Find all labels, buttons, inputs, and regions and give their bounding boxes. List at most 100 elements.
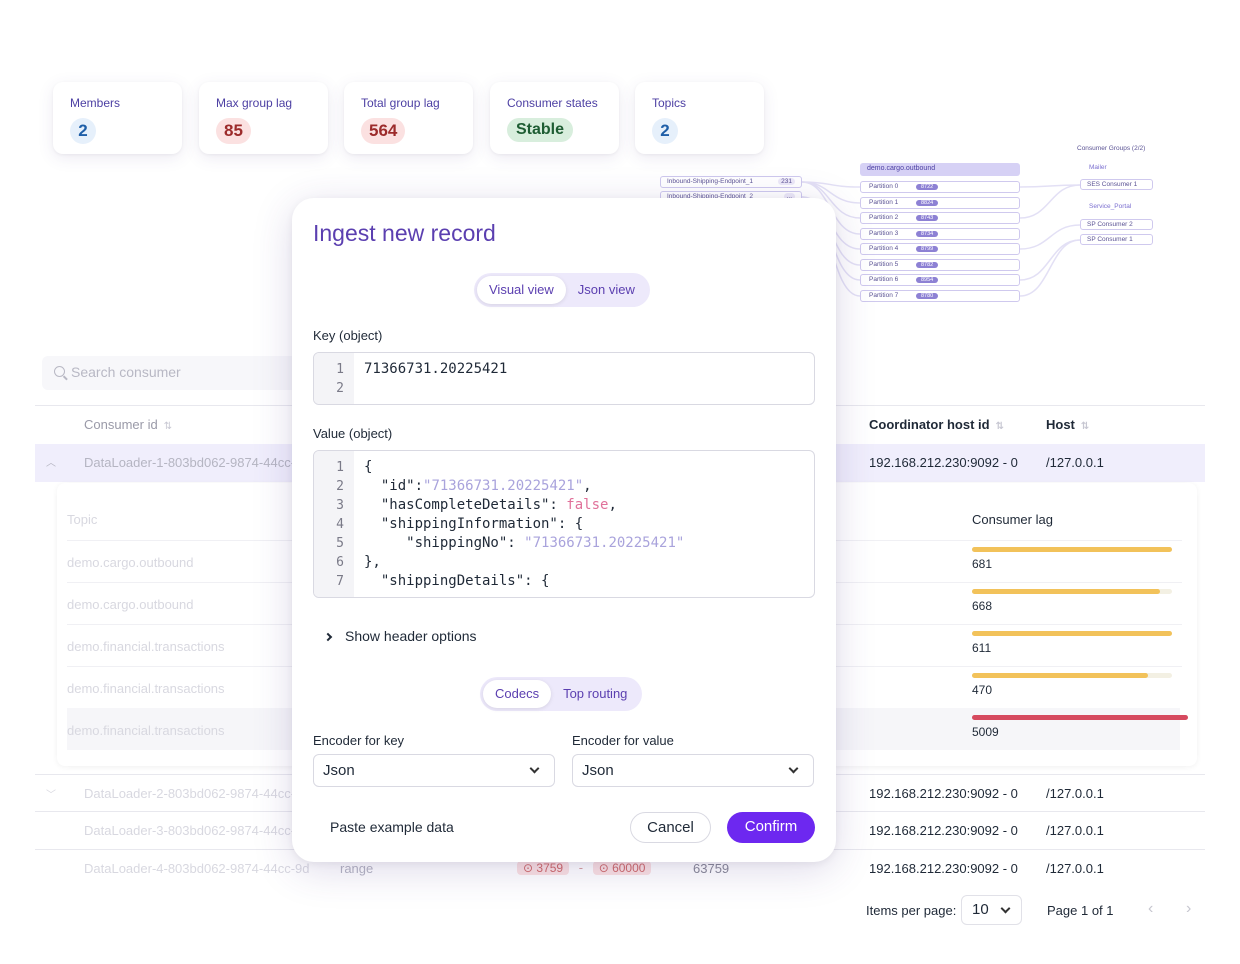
consumer-group-name: Mailer: [1089, 164, 1107, 171]
tab-top-routing[interactable]: Top routing: [551, 680, 639, 708]
topic-node: demo.cargo.outbound: [860, 163, 1020, 176]
consumer-groups-title: Consumer Groups (2/2): [1077, 145, 1146, 152]
stat-card-members: Members 2: [53, 82, 182, 154]
code-line: 3 "hasCompleteDetails": false,: [336, 497, 617, 513]
code-line: 1{: [336, 459, 373, 475]
partition-label: Partition 7: [869, 292, 899, 299]
topic-cell: demo.financial.transactions: [67, 681, 225, 696]
partition-row: Partition 6 8954: [860, 274, 1020, 286]
total-lag-cell: 63759: [693, 861, 730, 876]
encoder-key-value: Json: [323, 762, 355, 779]
consumer-id-cell: DataLoader-3-803bd062-9874-44cc-: [84, 823, 296, 838]
topic-header: Topic: [67, 512, 98, 527]
partition-row: Partition 5 8782: [860, 259, 1020, 271]
consumer-id-cell: DataLoader-4-803bd062-9874-44cc-9d: [84, 861, 310, 876]
lag-bar: [972, 715, 1188, 720]
lag-value: 470: [972, 683, 993, 697]
column-header-coordinator-host-id[interactable]: Coordinator host id ⇅: [869, 417, 1004, 432]
topic-cell: demo.financial.transactions: [67, 639, 225, 654]
lag-value: 5009: [972, 725, 999, 739]
source-node: Inbound-Shipping-Endpoint_1 231: [660, 176, 802, 188]
topic-cell: demo.cargo.outbound: [67, 555, 194, 570]
partition-row: Partition 0 8722: [860, 181, 1020, 193]
partition-count: 8734: [916, 231, 939, 237]
encoder-key-label: Encoder for key: [313, 733, 405, 748]
key-label: Key (object): [313, 328, 383, 343]
stat-label: Max group lag: [216, 96, 293, 110]
code-line: 5 "shippingNo": "71366731.20225421": [336, 535, 685, 551]
partition-count: 8722: [916, 184, 939, 190]
chevron-right-icon: [323, 632, 333, 642]
lag-to-badge: ⊙ 60000: [592, 861, 652, 875]
items-per-page-label: Items per page:: [866, 903, 957, 918]
code-line: 2 "id":"71366731.20225421",: [336, 478, 592, 494]
sort-icon: ⇅: [1080, 421, 1090, 432]
consumer-node: SES Consumer 1: [1080, 179, 1153, 190]
consumer-group-name: Service_Portal: [1089, 203, 1132, 210]
coordinator-cell: 192.168.212.230:9092 - 0: [869, 861, 1018, 876]
paste-example-button[interactable]: Paste example data: [330, 819, 454, 835]
coordinator-cell: 192.168.212.230:9092 - 0: [869, 455, 1018, 470]
code-line: 7 "shippingDetails": {: [336, 573, 550, 589]
topic-cell: demo.financial.transactions: [67, 723, 225, 738]
search-icon: [54, 366, 65, 377]
lag-value: 681: [972, 557, 993, 571]
lag-value: 668: [972, 599, 993, 613]
expand-icon[interactable]: ﹀: [46, 786, 56, 801]
partition-count: 8743: [916, 215, 939, 221]
partition-label: Partition 1: [869, 199, 899, 206]
items-per-page-select[interactable]: 10: [961, 895, 1022, 925]
lag-bar: [972, 631, 1172, 636]
value-label: Value (object): [313, 426, 393, 441]
partition-count: 8824: [916, 200, 939, 206]
ingest-record-dialog: Ingest new record Visual view Json view …: [292, 198, 836, 862]
consumer-id-cell: DataLoader-1-803bd062-9874-44cc-: [84, 455, 296, 470]
source-node-count: 231: [778, 178, 795, 185]
partition-count: 8782: [916, 262, 939, 268]
tab-json-view[interactable]: Json view: [566, 276, 647, 304]
stat-card-total-group-lag: Total group lag 564: [344, 82, 473, 154]
topic-cell: demo.cargo.outbound: [67, 597, 194, 612]
cancel-button[interactable]: Cancel: [630, 812, 711, 843]
consumer-node: SP Consumer 1: [1080, 234, 1153, 245]
column-header-host[interactable]: Host ⇅: [1046, 417, 1089, 432]
lag-from-badge: ⊙ 3759: [517, 861, 570, 875]
partition-count: 8954: [916, 277, 939, 283]
next-page-button[interactable]: ›: [1186, 900, 1191, 918]
show-header-options-toggle[interactable]: Show header options: [323, 628, 477, 644]
stat-card-max-group-lag: Max group lag 85: [199, 82, 328, 154]
encoder-key-select[interactable]: Json: [313, 754, 555, 787]
value-editor[interactable]: 1{ 2 "id":"71366731.20225421", 3 "hasCompl…: [313, 450, 815, 598]
partition-label: Partition 0: [869, 183, 899, 190]
collapse-icon[interactable]: ︿: [46, 454, 56, 469]
stat-value: 85: [216, 118, 251, 144]
chevron-down-icon: [1000, 903, 1011, 914]
confirm-button[interactable]: Confirm: [727, 812, 815, 843]
items-per-page-value: 10: [972, 901, 989, 918]
tab-codecs[interactable]: Codecs: [483, 680, 552, 708]
partition-row: Partition 4 8799: [860, 243, 1020, 255]
column-header-consumer-id[interactable]: Consumer id ⇅: [84, 417, 172, 432]
chevron-down-icon: [529, 763, 540, 774]
stat-card-consumer-states: Consumer states Stable: [490, 82, 619, 154]
lag-value: 611: [972, 641, 992, 655]
key-editor[interactable]: 1 71366731.20225421 2: [313, 352, 815, 405]
code-line: 71366731.20225421: [364, 361, 508, 377]
page-indicator: Page 1 of 1: [1047, 903, 1114, 918]
search-input[interactable]: Search consumer: [42, 356, 302, 390]
partition-row: Partition 3 8734: [860, 228, 1020, 240]
partition-row: Partition 7 8780: [860, 290, 1020, 302]
host-cell: /127.0.0.1: [1046, 823, 1104, 838]
lag-range-cell: ⊙ 3759 - ⊙ 60000: [517, 860, 652, 875]
stat-label: Members: [70, 96, 121, 110]
host-cell: /127.0.0.1: [1046, 861, 1104, 876]
encoder-value-select[interactable]: Json: [572, 754, 814, 787]
sort-icon: ⇅: [995, 421, 1004, 432]
view-toggle: Visual view Json view: [474, 273, 650, 307]
stat-value: 2: [70, 118, 96, 144]
prev-page-button[interactable]: ‹: [1148, 900, 1153, 918]
lag-bar: [972, 673, 1172, 678]
coordinator-cell: 192.168.212.230:9092 - 0: [869, 786, 1018, 801]
host-cell: /127.0.0.1: [1046, 455, 1104, 470]
tab-visual-view[interactable]: Visual view: [477, 276, 566, 304]
